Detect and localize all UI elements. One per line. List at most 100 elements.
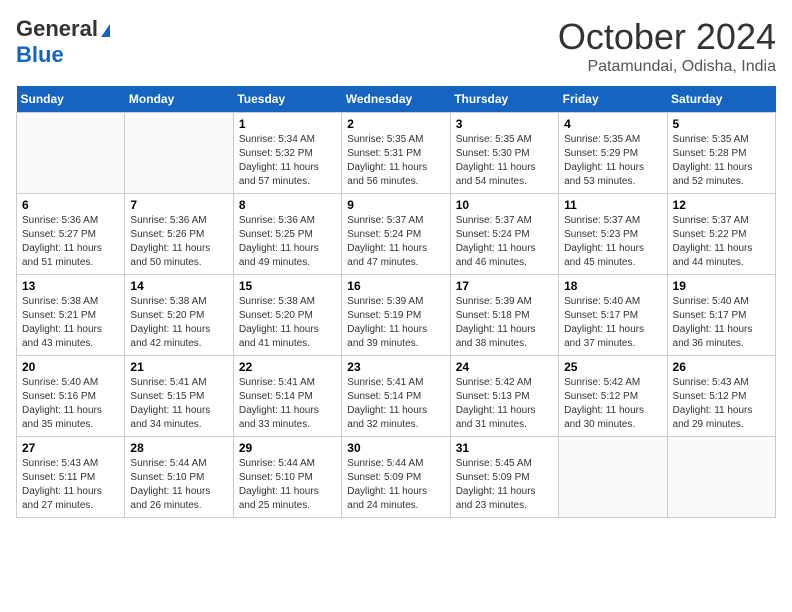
day-number: 7 (130, 198, 227, 212)
calendar-cell: 1 Sunrise: 5:34 AMSunset: 5:32 PMDaylight… (233, 113, 341, 194)
calendar-cell (125, 113, 233, 194)
day-info: Sunrise: 5:42 AMSunset: 5:13 PMDaylight:… (456, 376, 553, 432)
calendar-cell: 19 Sunrise: 5:40 AMSunset: 5:17 PMDayligh… (667, 275, 775, 356)
day-info: Sunrise: 5:44 AMSunset: 5:10 PMDaylight:… (239, 457, 336, 513)
week-row-4: 20 Sunrise: 5:40 AMSunset: 5:16 PMDayligh… (17, 356, 776, 437)
logo-blue-text: Blue (16, 42, 64, 68)
day-number: 1 (239, 117, 336, 131)
weekday-header-tuesday: Tuesday (233, 86, 341, 113)
day-number: 12 (673, 198, 770, 212)
calendar-cell: 6 Sunrise: 5:36 AMSunset: 5:27 PMDaylight… (17, 194, 125, 275)
week-row-2: 6 Sunrise: 5:36 AMSunset: 5:27 PMDaylight… (17, 194, 776, 275)
day-info: Sunrise: 5:39 AMSunset: 5:19 PMDaylight:… (347, 295, 444, 351)
calendar-cell: 20 Sunrise: 5:40 AMSunset: 5:16 PMDayligh… (17, 356, 125, 437)
calendar-cell: 16 Sunrise: 5:39 AMSunset: 5:19 PMDayligh… (342, 275, 450, 356)
calendar-cell: 30 Sunrise: 5:44 AMSunset: 5:09 PMDayligh… (342, 437, 450, 518)
weekday-header-monday: Monday (125, 86, 233, 113)
day-info: Sunrise: 5:35 AMSunset: 5:28 PMDaylight:… (673, 133, 770, 189)
day-number: 20 (22, 360, 119, 374)
calendar-cell: 26 Sunrise: 5:43 AMSunset: 5:12 PMDayligh… (667, 356, 775, 437)
day-number: 8 (239, 198, 336, 212)
day-number: 18 (564, 279, 661, 293)
day-number: 24 (456, 360, 553, 374)
day-number: 10 (456, 198, 553, 212)
day-info: Sunrise: 5:38 AMSunset: 5:20 PMDaylight:… (130, 295, 227, 351)
weekday-header-row: SundayMondayTuesdayWednesdayThursdayFrid… (17, 86, 776, 113)
calendar-cell: 31 Sunrise: 5:45 AMSunset: 5:09 PMDayligh… (450, 437, 558, 518)
calendar-cell: 15 Sunrise: 5:38 AMSunset: 5:20 PMDayligh… (233, 275, 341, 356)
calendar-cell (559, 437, 667, 518)
day-info: Sunrise: 5:36 AMSunset: 5:25 PMDaylight:… (239, 214, 336, 270)
weekday-header-sunday: Sunday (17, 86, 125, 113)
day-info: Sunrise: 5:41 AMSunset: 5:15 PMDaylight:… (130, 376, 227, 432)
page-header: General Blue October 2024 Patamundai, Od… (16, 16, 776, 76)
calendar-cell: 4Sunrise: 5:35 AMSunset: 5:29 PMDaylight… (559, 113, 667, 194)
calendar-cell: 23Sunrise: 5:41 AMSunset: 5:14 PMDayligh… (342, 356, 450, 437)
day-info: Sunrise: 5:41 AMSunset: 5:14 PMDaylight:… (239, 376, 336, 432)
calendar-cell: 10 Sunrise: 5:37 AMSunset: 5:24 PMDayligh… (450, 194, 558, 275)
calendar-cell: 17 Sunrise: 5:39 AMSunset: 5:18 PMDayligh… (450, 275, 558, 356)
day-info: Sunrise: 5:44 AMSunset: 5:09 PMDaylight:… (347, 457, 444, 513)
calendar-cell (17, 113, 125, 194)
day-info: Sunrise: 5:38 AMSunset: 5:20 PMDaylight:… (239, 295, 336, 351)
day-number: 4 (564, 117, 661, 131)
day-number: 3 (456, 117, 553, 131)
day-info: Sunrise: 5:40 AMSunset: 5:16 PMDaylight:… (22, 376, 119, 432)
calendar-cell: 3 Sunrise: 5:35 AMSunset: 5:30 PMDaylight… (450, 113, 558, 194)
day-info: Sunrise: 5:43 AMSunset: 5:12 PMDaylight:… (673, 376, 770, 432)
day-number: 6 (22, 198, 119, 212)
day-number: 31 (456, 441, 553, 455)
day-number: 17 (456, 279, 553, 293)
month-title: October 2024 (558, 16, 776, 58)
location: Patamundai, Odisha, India (558, 58, 776, 76)
day-number: 30 (347, 441, 444, 455)
title-area: October 2024 Patamundai, Odisha, India (558, 16, 776, 76)
calendar-cell: 11 Sunrise: 5:37 AMSunset: 5:23 PMDayligh… (559, 194, 667, 275)
day-info: Sunrise: 5:37 AMSunset: 5:24 PMDaylight:… (347, 214, 444, 270)
calendar-cell: 8 Sunrise: 5:36 AMSunset: 5:25 PMDaylight… (233, 194, 341, 275)
calendar-cell: 14 Sunrise: 5:38 AMSunset: 5:20 PMDayligh… (125, 275, 233, 356)
day-info: Sunrise: 5:45 AMSunset: 5:09 PMDaylight:… (456, 457, 553, 513)
weekday-header-thursday: Thursday (450, 86, 558, 113)
day-number: 16 (347, 279, 444, 293)
calendar-table: SundayMondayTuesdayWednesdayThursdayFrid… (16, 86, 776, 518)
day-number: 11 (564, 198, 661, 212)
day-info: Sunrise: 5:40 AMSunset: 5:17 PMDaylight:… (673, 295, 770, 351)
day-info: Sunrise: 5:34 AMSunset: 5:32 PMDaylight:… (239, 133, 336, 189)
day-info: Sunrise: 5:40 AMSunset: 5:17 PMDaylight:… (564, 295, 661, 351)
day-number: 19 (673, 279, 770, 293)
day-number: 15 (239, 279, 336, 293)
week-row-5: 27Sunrise: 5:43 AMSunset: 5:11 PMDayligh… (17, 437, 776, 518)
calendar-cell (667, 437, 775, 518)
day-info: Sunrise: 5:37 AMSunset: 5:23 PMDaylight:… (564, 214, 661, 270)
calendar-cell: 29Sunrise: 5:44 AMSunset: 5:10 PMDayligh… (233, 437, 341, 518)
week-row-3: 13 Sunrise: 5:38 AMSunset: 5:21 PMDayligh… (17, 275, 776, 356)
day-info: Sunrise: 5:35 AMSunset: 5:30 PMDaylight:… (456, 133, 553, 189)
calendar-cell: 5 Sunrise: 5:35 AMSunset: 5:28 PMDaylight… (667, 113, 775, 194)
day-number: 5 (673, 117, 770, 131)
day-info: Sunrise: 5:37 AMSunset: 5:24 PMDaylight:… (456, 214, 553, 270)
day-info: Sunrise: 5:38 AMSunset: 5:21 PMDaylight:… (22, 295, 119, 351)
calendar-cell: 2Sunrise: 5:35 AMSunset: 5:31 PMDaylight… (342, 113, 450, 194)
day-number: 2 (347, 117, 444, 131)
day-number: 27 (22, 441, 119, 455)
logo: General Blue (16, 16, 110, 68)
logo-triangle-icon (101, 24, 110, 37)
weekday-header-friday: Friday (559, 86, 667, 113)
weekday-header-saturday: Saturday (667, 86, 775, 113)
day-info: Sunrise: 5:39 AMSunset: 5:18 PMDaylight:… (456, 295, 553, 351)
day-number: 21 (130, 360, 227, 374)
day-number: 13 (22, 279, 119, 293)
day-info: Sunrise: 5:36 AMSunset: 5:27 PMDaylight:… (22, 214, 119, 270)
calendar-cell: 25Sunrise: 5:42 AMSunset: 5:12 PMDayligh… (559, 356, 667, 437)
day-number: 26 (673, 360, 770, 374)
day-number: 14 (130, 279, 227, 293)
calendar-cell: 7 Sunrise: 5:36 AMSunset: 5:26 PMDaylight… (125, 194, 233, 275)
calendar-cell: 28Sunrise: 5:44 AMSunset: 5:10 PMDayligh… (125, 437, 233, 518)
calendar-cell: 22Sunrise: 5:41 AMSunset: 5:14 PMDayligh… (233, 356, 341, 437)
day-info: Sunrise: 5:36 AMSunset: 5:26 PMDaylight:… (130, 214, 227, 270)
day-number: 28 (130, 441, 227, 455)
logo-general-text: General (16, 16, 98, 42)
calendar-cell: 21 Sunrise: 5:41 AMSunset: 5:15 PMDayligh… (125, 356, 233, 437)
day-number: 23 (347, 360, 444, 374)
